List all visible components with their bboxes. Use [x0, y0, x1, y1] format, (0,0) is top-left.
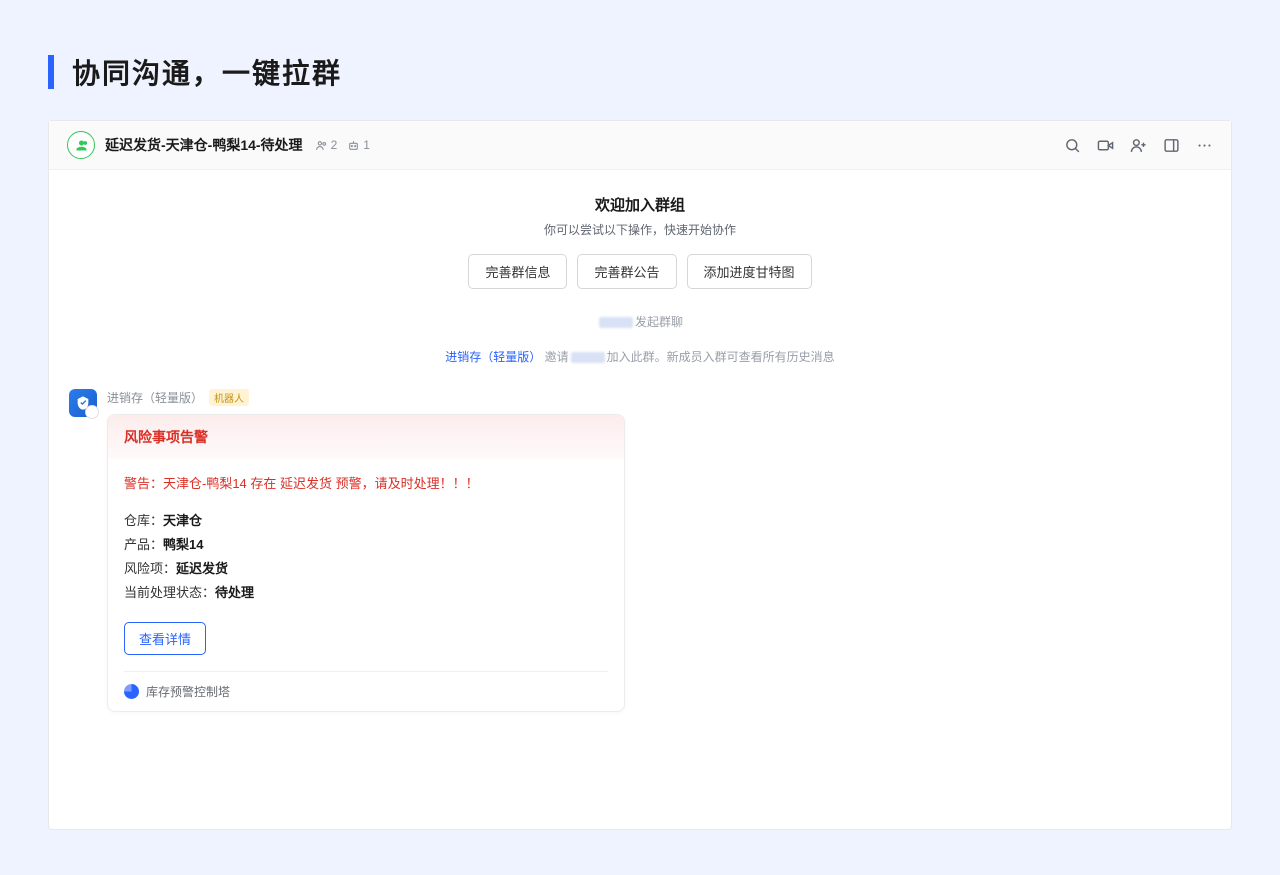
- footer-source-icon: [124, 684, 139, 699]
- welcome-title: 欢迎加入群组: [69, 194, 1211, 215]
- alert-warning-text: 警告：天津仓-鸭梨14 存在 延迟发货 预警，请及时处理！！！: [124, 473, 608, 492]
- complete-group-info-button[interactable]: 完善群信息: [468, 254, 567, 289]
- alert-card: 风险事项告警 警告：天津仓-鸭梨14 存在 延迟发货 预警，请及时处理！！！ 仓…: [107, 414, 625, 712]
- group-avatar-icon: [67, 131, 95, 159]
- bot-avatar-icon: [69, 389, 97, 417]
- alert-product-field: 产品：鸭梨14: [124, 534, 608, 553]
- inviter-app-link[interactable]: 进销存（轻量版）: [445, 350, 541, 364]
- chat-header: 延迟发货-天津仓-鸭梨14-待处理 2 1: [49, 121, 1231, 170]
- add-member-icon[interactable]: [1130, 137, 1147, 154]
- redacted-name: [571, 352, 605, 363]
- alert-warehouse-field: 仓库：天津仓: [124, 510, 608, 529]
- alert-status-field: 当前处理状态：待处理: [124, 582, 608, 601]
- system-created-message: 发起群聊: [69, 313, 1211, 330]
- video-call-icon[interactable]: [1097, 137, 1114, 154]
- group-name: 延迟发货-天津仓-鸭梨14-待处理: [105, 135, 303, 155]
- welcome-section: 欢迎加入群组 你可以尝试以下操作，快速开始协作 完善群信息 完善群公告 添加进度…: [69, 194, 1211, 289]
- sender-name: 进销存（轻量版）: [107, 389, 203, 406]
- footer-source-text: 库存预警控制塔: [146, 683, 230, 700]
- bot-tag: 机器人: [209, 389, 249, 406]
- bots-count[interactable]: 1: [347, 138, 370, 152]
- complete-announcement-button[interactable]: 完善群公告: [577, 254, 676, 289]
- system-invite-message: 进销存（轻量版） 邀请加入此群。新成员入群可查看所有历史消息: [69, 348, 1211, 365]
- alert-card-footer[interactable]: 库存预警控制塔: [124, 671, 608, 711]
- add-gantt-button[interactable]: 添加进度甘特图: [687, 254, 812, 289]
- members-count[interactable]: 2: [315, 138, 338, 152]
- welcome-subtitle: 你可以尝试以下操作，快速开始协作: [69, 221, 1211, 238]
- search-icon[interactable]: [1064, 137, 1081, 154]
- redacted-name: [599, 317, 633, 328]
- alert-risk-field: 风险项：延迟发货: [124, 558, 608, 577]
- more-icon[interactable]: [1196, 137, 1213, 154]
- alert-card-title: 风险事项告警: [124, 427, 608, 447]
- panel-icon[interactable]: [1163, 137, 1180, 154]
- chat-window: 延迟发货-天津仓-鸭梨14-待处理 2 1: [48, 120, 1232, 830]
- title-accent-bar: [48, 55, 54, 89]
- page-title: 协同沟通，一键拉群: [72, 52, 342, 92]
- view-details-button[interactable]: 查看详情: [124, 622, 206, 655]
- message-row: 进销存（轻量版） 机器人 风险事项告警 警告：天津仓-鸭梨14 存在 延迟发货 …: [69, 389, 1211, 712]
